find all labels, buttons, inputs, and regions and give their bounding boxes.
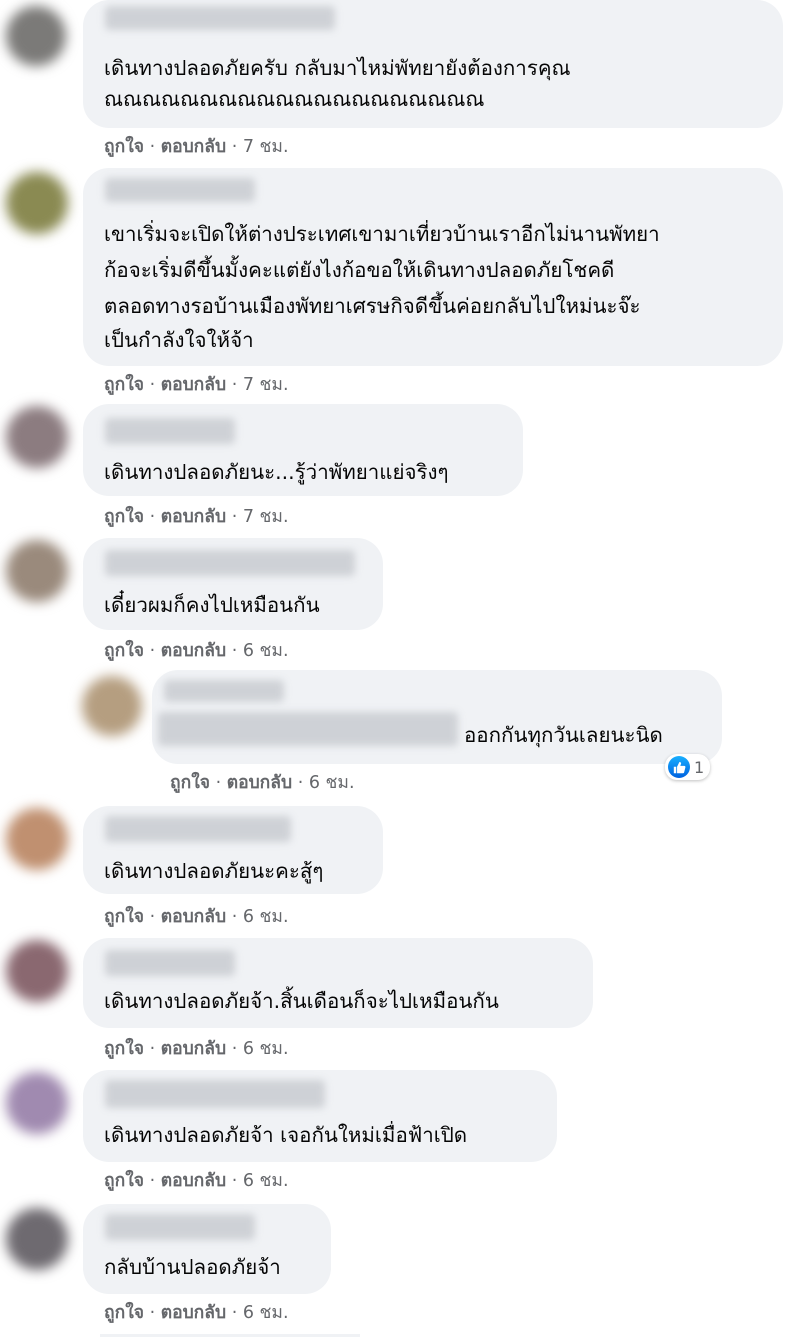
meta-separator: · bbox=[226, 1039, 243, 1059]
comment-text: เดี๋ยวผมก็คงไปเหมือนกัน bbox=[104, 593, 320, 617]
meta-separator: · bbox=[144, 1303, 161, 1323]
avatar[interactable] bbox=[6, 1208, 68, 1270]
reply-link[interactable]: ตอบกลับ bbox=[161, 136, 226, 158]
like-link[interactable]: ถูกใจ bbox=[104, 1170, 144, 1192]
comment-text: ณณณณณณณณณณณณณณณณณณณณ bbox=[104, 87, 485, 111]
like-link[interactable]: ถูกใจ bbox=[104, 640, 144, 662]
meta-separator: · bbox=[226, 641, 243, 661]
comment-text: ตลอดทางรอบ้านเมืองพัทยาเศรษกิจดีขึ้นค่อย… bbox=[104, 294, 641, 318]
reply-link[interactable]: ตอบกลับ bbox=[161, 906, 226, 928]
commenter-name[interactable] bbox=[105, 178, 255, 202]
avatar[interactable] bbox=[6, 540, 68, 602]
comment-actions: ถูกใจ · ตอบกลับ · 6 ชม. bbox=[170, 772, 355, 794]
reply-link[interactable]: ตอบกลับ bbox=[161, 1302, 226, 1324]
meta-separator: · bbox=[210, 773, 227, 793]
comment-text: เดินทางปลอดภัยจ้า เจอกันใหม่เมื่อฟ้าเปิด bbox=[104, 1123, 468, 1147]
comment-text: เดินทางปลอดภัยนะคะสู้ๆ bbox=[104, 859, 324, 883]
avatar[interactable] bbox=[6, 1072, 68, 1134]
like-link[interactable]: ถูกใจ bbox=[104, 506, 144, 528]
commenter-name[interactable] bbox=[105, 1214, 255, 1240]
commenter-name[interactable] bbox=[105, 816, 291, 842]
meta-separator: · bbox=[144, 907, 161, 927]
avatar[interactable] bbox=[6, 172, 68, 234]
reply-link[interactable]: ตอบกลับ bbox=[227, 772, 292, 794]
like-link[interactable]: ถูกใจ bbox=[104, 374, 144, 396]
timestamp[interactable]: 7 ชม. bbox=[243, 506, 289, 528]
commenter-name[interactable] bbox=[164, 680, 284, 702]
timestamp[interactable]: 7 ชม. bbox=[243, 374, 289, 396]
comment-text: เขาเริ่มจะเปิดให้ต่างประเทศเขามาเที่ยวบ้… bbox=[104, 222, 660, 246]
meta-separator: · bbox=[144, 507, 161, 527]
comment-text: เป็นกำลังใจให้จ้า bbox=[104, 328, 254, 352]
meta-separator: · bbox=[144, 641, 161, 661]
meta-separator: · bbox=[144, 1171, 161, 1191]
avatar[interactable] bbox=[6, 808, 68, 870]
avatar[interactable] bbox=[6, 406, 68, 468]
meta-separator: · bbox=[144, 1039, 161, 1059]
commenter-name[interactable] bbox=[105, 418, 235, 444]
reply-link[interactable]: ตอบกลับ bbox=[161, 506, 226, 528]
reply-link[interactable]: ตอบกลับ bbox=[161, 1170, 226, 1192]
like-link[interactable]: ถูกใจ bbox=[104, 906, 144, 928]
timestamp[interactable]: 7 ชม. bbox=[243, 136, 289, 158]
timestamp[interactable]: 6 ชม. bbox=[243, 1038, 289, 1060]
comment-actions: ถูกใจ · ตอบกลับ · 7 ชม. bbox=[104, 374, 289, 396]
meta-separator: · bbox=[226, 507, 243, 527]
like-link[interactable]: ถูกใจ bbox=[104, 1038, 144, 1060]
commenter-name[interactable] bbox=[105, 550, 355, 576]
avatar[interactable] bbox=[82, 676, 142, 736]
meta-separator: · bbox=[144, 137, 161, 157]
commenter-name[interactable] bbox=[105, 950, 235, 976]
timestamp[interactable]: 6 ชม. bbox=[243, 640, 289, 662]
comment-actions: ถูกใจ · ตอบกลับ · 6 ชม. bbox=[104, 906, 289, 928]
reply-link[interactable]: ตอบกลับ bbox=[161, 374, 226, 396]
comment-text: ก้อจะเริ่มดีขึ้นมั้งคะแต่ยังไงก้อขอให้เด… bbox=[104, 258, 615, 282]
meta-separator: · bbox=[292, 773, 309, 793]
timestamp[interactable]: 6 ชม. bbox=[243, 1302, 289, 1324]
comment-text: กลับบ้านปลอดภัยจ้า bbox=[104, 1255, 281, 1279]
meta-separator: · bbox=[226, 1303, 243, 1323]
meta-separator: · bbox=[144, 375, 161, 395]
comment-text: เดินทางปลอดภัยจ้า.สิ้นเดือนก็จะไปเหมือนก… bbox=[104, 989, 499, 1013]
comment-actions: ถูกใจ · ตอบกลับ · 6 ชม. bbox=[104, 640, 289, 662]
comment-text: เดินทางปลอดภัยครับ กลับมาไหม่พัทยายังต้อ… bbox=[104, 56, 571, 80]
comment-actions: ถูกใจ · ตอบกลับ · 7 ชม. bbox=[104, 136, 289, 158]
meta-separator: · bbox=[226, 375, 243, 395]
timestamp[interactable]: 6 ชม. bbox=[309, 772, 355, 794]
avatar[interactable] bbox=[6, 940, 68, 1002]
comment-text: ออกกันทุกวันเลยนะนิด bbox=[464, 723, 663, 747]
commenter-name[interactable] bbox=[105, 1080, 325, 1108]
like-link[interactable]: ถูกใจ bbox=[104, 1302, 144, 1324]
reply-link[interactable]: ตอบกลับ bbox=[161, 1038, 226, 1060]
timestamp[interactable]: 6 ชม. bbox=[243, 906, 289, 928]
like-link[interactable]: ถูกใจ bbox=[170, 772, 210, 794]
timestamp[interactable]: 6 ชม. bbox=[243, 1170, 289, 1192]
comment-actions: ถูกใจ · ตอบกลับ · 7 ชม. bbox=[104, 506, 289, 528]
meta-separator: · bbox=[226, 1171, 243, 1191]
like-link[interactable]: ถูกใจ bbox=[104, 136, 144, 158]
meta-separator: · bbox=[226, 137, 243, 157]
like-thumb-icon bbox=[668, 756, 690, 778]
commenter-name[interactable] bbox=[105, 6, 335, 30]
mentioned-name[interactable] bbox=[158, 712, 458, 746]
reply-link[interactable]: ตอบกลับ bbox=[161, 640, 226, 662]
reaction-number: 1 bbox=[694, 757, 705, 777]
reaction-count[interactable]: 1 bbox=[665, 754, 711, 780]
comment-actions: ถูกใจ · ตอบกลับ · 6 ชม. bbox=[104, 1302, 289, 1324]
comment-text: เดินทางปลอดภัยนะ...รู้ว่าพัทยาแย่จริงๆ bbox=[104, 460, 449, 484]
comment-actions: ถูกใจ · ตอบกลับ · 6 ชม. bbox=[104, 1170, 289, 1192]
meta-separator: · bbox=[226, 907, 243, 927]
comment-actions: ถูกใจ · ตอบกลับ · 6 ชม. bbox=[104, 1038, 289, 1060]
avatar[interactable] bbox=[6, 6, 66, 66]
